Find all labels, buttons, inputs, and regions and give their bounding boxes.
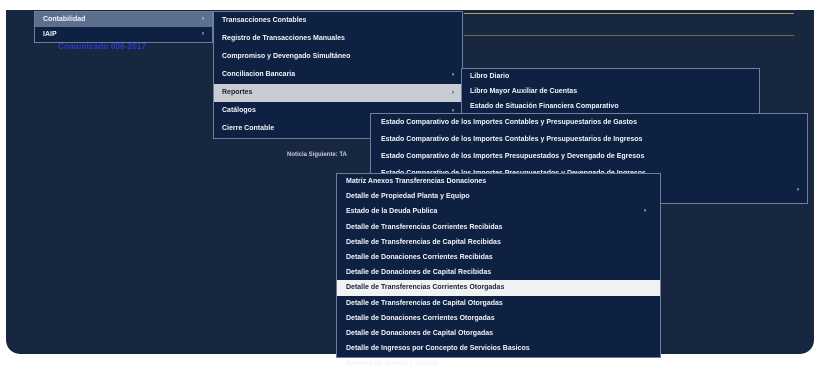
top-bar xyxy=(6,0,814,10)
anexos-item-estado-de-la-deuda-publica[interactable]: Estado de la Deuda Publica › xyxy=(337,204,660,219)
main-menu-item-label: IAIP xyxy=(43,31,57,38)
contabilidad-item-label: Registro de Transacciones Manuales xyxy=(222,35,345,42)
anexos-item-label: Detalle de Transferencias de Capital Oto… xyxy=(346,299,503,307)
contabilidad-item-compromiso-y-devengado-simultaneo[interactable]: Compromiso y Devengado Simultáneo xyxy=(214,48,462,66)
contabilidad-item-registro-de-transacciones-manuales[interactable]: Registro de Transacciones Manuales xyxy=(214,30,462,48)
anexos-item-detalle-de-transferencias-corrientes-otorgadas[interactable]: Detalle de Transferencias Corrientes Oto… xyxy=(337,280,660,296)
comparativo-item-label: Estado Comparativo de los Importes Conta… xyxy=(381,136,643,143)
anexos-item-detalle-de-transferencias-corrientes-recibidas[interactable]: Detalle de Transferencias Corrientes Rec… xyxy=(337,220,660,235)
anexos-item-label: Detalle de Donaciones de Capital Otorgad… xyxy=(346,329,494,337)
comparativo-item-estado-comparativo-de-los-importes-contables-y-presupuestarios-de-gastos[interactable]: Estado Comparativo de los Importes Conta… xyxy=(371,114,807,131)
anexos-item-detalle-de-donaciones-corrientes-recibidas[interactable]: Detalle de Donaciones Corrientes Recibid… xyxy=(337,250,660,265)
anexos-item-detalle-de-ingresos-por-concepto-de-servicios-basicos[interactable]: Detalle de Ingresos por Concepto de Serv… xyxy=(337,341,660,356)
header-divider-lower xyxy=(464,35,794,36)
anexos-item-label: Estado de la Deuda Publica xyxy=(346,208,438,216)
reportes-item-libro-mayor-auxiliar-de-cuentas[interactable]: Libro Mayor Auxiliar de Cuentas xyxy=(462,84,759,99)
comparativo-item-estado-comparativo-de-los-importes-presupuestados-y-devengado-de-egresos[interactable]: Estado Comparativo de los Importes Presu… xyxy=(371,148,807,165)
anexos-item-label: Detalle de Donaciones de Capital Recibid… xyxy=(346,269,492,277)
noticia-label: Noticia Siguiente: TA xyxy=(287,152,347,158)
anexos-item-label: Detalle de Donaciones Corrientes Otorgad… xyxy=(346,314,495,322)
reportes-item-label: Libro Diario xyxy=(470,73,510,80)
contabilidad-item-transacciones-contables[interactable]: Transacciones Contables xyxy=(214,12,462,30)
anexos-item-detalle-de-donaciones-corrientes-otorgadas[interactable]: Detalle de Donaciones Corrientes Otorgad… xyxy=(337,311,660,326)
chevron-right-icon: › xyxy=(202,31,204,37)
anexos-item-detalle-de-transferencias-de-capital-otorgadas[interactable]: Detalle de Transferencias de Capital Oto… xyxy=(337,296,660,311)
reportes-item-estado-de-situacion-financiera-comparativo[interactable]: Estado de Situación Financiera Comparati… xyxy=(462,99,759,114)
anexos-item-matriz-anexos-transferencias-donaciones[interactable]: Matriz Anexos Transferencias Donaciones xyxy=(337,174,660,189)
notice-link[interactable]: Comunicado 006-2017 xyxy=(58,42,146,51)
anexos-item-label: Detalle de Transferencias Corrientes Rec… xyxy=(346,223,503,231)
anexos-item-label: Detalle de Transferencias Corrientes Oto… xyxy=(346,284,505,292)
anexos-submenu: Matriz Anexos Transferencias Donaciones D… xyxy=(336,173,661,367)
chevron-right-icon: › xyxy=(452,90,454,96)
main-menu-item-label: Contabilidad xyxy=(43,16,86,23)
anexos-item-detalle-de-propiedad-planta-y-equipo[interactable]: Detalle de Propiedad Planta y Equipo xyxy=(337,189,660,204)
anexos-item-detalle-de-donaciones-de-capital-otorgadas[interactable]: Detalle de Donaciones de Capital Otorgad… xyxy=(337,326,660,341)
contabilidad-item-label: Compromiso y Devengado Simultáneo xyxy=(222,53,351,60)
chevron-right-icon: › xyxy=(202,16,204,22)
main-menu: Contabilidad › IAIP › xyxy=(34,11,213,43)
reportes-item-label: Estado de Situación Financiera Comparati… xyxy=(470,103,619,110)
reportes-item-label: Libro Mayor Auxiliar de Cuentas xyxy=(470,88,578,95)
anexos-item-label: Detalle de Donaciones Corrientes Recibid… xyxy=(346,253,493,261)
anexos-item-balanza-de-sumas-y-saldos[interactable]: Balanza de Sumas y Saldos xyxy=(337,356,660,371)
comparativo-item-label: Estado Comparativo de los Importes Presu… xyxy=(381,153,645,160)
anexos-item-detalle-de-donaciones-de-capital-recibidas[interactable]: Detalle de Donaciones de Capital Recibid… xyxy=(337,265,660,280)
contabilidad-item-reportes[interactable]: Reportes › xyxy=(214,84,462,102)
chevron-right-icon: › xyxy=(644,208,646,215)
contabilidad-item-label: Reportes xyxy=(222,89,253,96)
anexos-item-detalle-de-transferencias-de-capital-recibidas[interactable]: Detalle de Transferencias de Capital Rec… xyxy=(337,235,660,250)
main-menu-item-iaip[interactable]: IAIP › xyxy=(35,27,212,42)
chevron-right-icon: › xyxy=(797,187,799,193)
reportes-item-libro-diario[interactable]: Libro Diario xyxy=(462,69,759,84)
contabilidad-item-label: Catálogos xyxy=(222,107,256,114)
anexos-item-label: Balanza de Sumas y Saldos xyxy=(346,360,439,368)
reportes-submenu: Libro Diario Libro Mayor Auxiliar de Cuen… xyxy=(461,68,760,114)
contabilidad-item-label: Conciliacion Bancaria xyxy=(222,71,296,78)
comparativo-item-estado-comparativo-de-los-importes-contables-y-presupuestarios-de-ingresos[interactable]: Estado Comparativo de los Importes Conta… xyxy=(371,131,807,148)
header-divider xyxy=(464,13,794,14)
contabilidad-item-label: Transacciones Contables xyxy=(222,17,307,24)
contabilidad-item-conciliacion-bancaria[interactable]: Conciliacion Bancaria › xyxy=(214,66,462,84)
main-menu-item-contabilidad[interactable]: Contabilidad › xyxy=(35,12,212,27)
comparativo-item-label: Estado Comparativo de los Importes Conta… xyxy=(381,119,637,126)
anexos-item-label: Detalle de Transferencias de Capital Rec… xyxy=(346,238,501,246)
anexos-item-label: Detalle de Ingresos por Concepto de Serv… xyxy=(346,345,530,353)
chevron-right-icon: › xyxy=(452,72,454,78)
anexos-item-label: Matriz Anexos Transferencias Donaciones xyxy=(346,178,487,185)
anexos-item-label: Detalle de Propiedad Planta y Equipo xyxy=(346,193,470,201)
contabilidad-item-label: Cierre Contable xyxy=(222,125,275,132)
